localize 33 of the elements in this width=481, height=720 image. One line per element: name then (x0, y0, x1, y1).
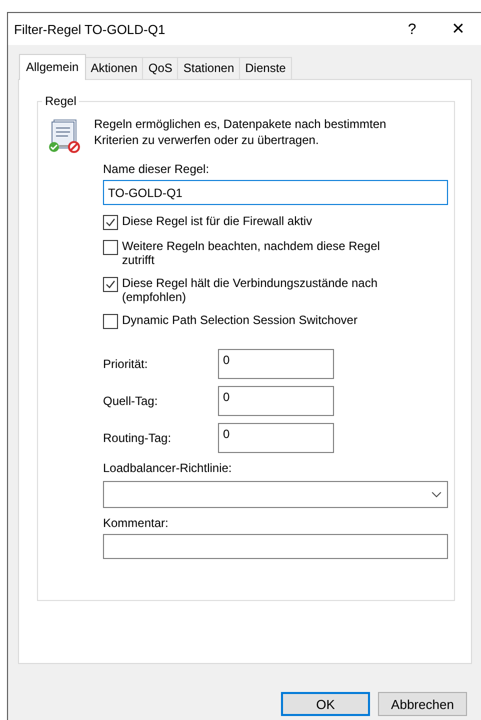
checkbox[interactable] (103, 277, 118, 292)
comment-field[interactable] (103, 534, 448, 559)
checkbox-label: Dynamic Path Selection Session Switchover (122, 313, 358, 327)
window-title: Filter-Regel TO-GOLD-Q1 (14, 22, 166, 36)
dialog-button[interactable]: OK (281, 692, 370, 716)
checkbox[interactable] (103, 215, 118, 230)
number-field[interactable]: 0 (218, 386, 334, 416)
name-field[interactable]: TO-GOLD-Q1 (103, 180, 448, 205)
group-title: Regel (44, 94, 78, 108)
field-label: Priorität: (103, 357, 149, 371)
tab[interactable]: Dienste (239, 57, 292, 79)
field-label: Loadbalancer-Richtlinie: (103, 461, 232, 476)
dropdown[interactable] (103, 481, 448, 508)
field-label: Routing-Tag: (103, 431, 172, 445)
chevron-down-icon (431, 491, 442, 498)
number-field[interactable]: 0 (218, 423, 334, 453)
close-button[interactable]: ✕ (435, 13, 481, 45)
check-icon (104, 278, 117, 291)
check-icon (104, 216, 117, 229)
description-text: Regeln ermöglichen es, Datenpakete nach bestimmten Kriterien zu verwerfen oder zu übertragen. (94, 116, 388, 148)
dialog-button[interactable]: Abbrechen (378, 692, 467, 716)
help-button[interactable]: ? (389, 13, 435, 45)
checkbox[interactable] (103, 314, 118, 329)
field-label: Kommentar: (103, 516, 168, 531)
checkbox-label: Diese Regel hält die Verbindungszustände nach (empfohlen) (122, 276, 379, 304)
checkbox[interactable] (103, 240, 118, 255)
document-rule-icon (46, 118, 82, 154)
number-field[interactable]: 0 (218, 349, 334, 379)
field-label: Quell-Tag: (103, 394, 159, 408)
tab[interactable]: Allgemein (19, 54, 86, 80)
checkbox-label: Weitere Regeln beachten, nachdem diese Regel zutrifft (122, 239, 381, 267)
field-label: Name dieser Regel: (103, 162, 210, 177)
checkbox-label: Diese Regel ist für die Firewall aktiv (122, 214, 312, 228)
